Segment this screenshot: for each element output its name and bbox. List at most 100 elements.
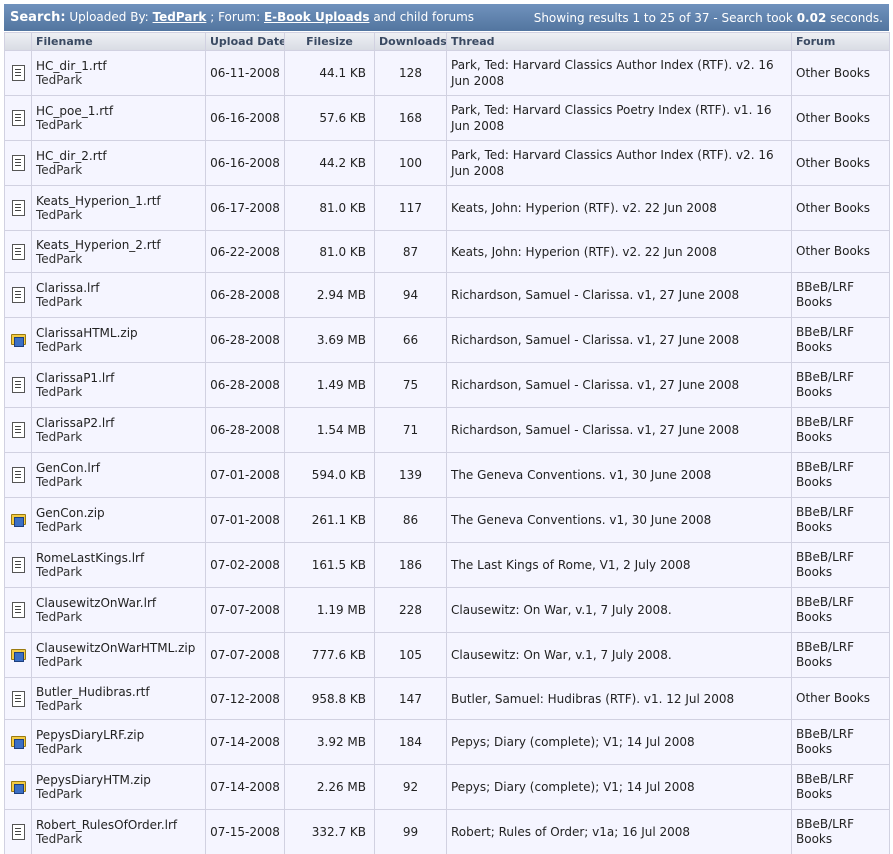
forum-link[interactable]: Other Books — [796, 201, 885, 216]
filename-link[interactable]: Keats_Hyperion_1.rtf — [36, 194, 201, 208]
thread-link[interactable]: Park, Ted: Harvard Classics Author Index… — [451, 147, 787, 179]
thread-link[interactable]: Richardson, Samuel - Clarissa. v1, 27 Ju… — [451, 377, 787, 393]
uploader-name[interactable]: TedPark — [36, 475, 201, 489]
uploader-name[interactable]: TedPark — [36, 520, 201, 534]
filename-link[interactable]: Butler_Hudibras.rtf — [36, 685, 201, 699]
uploader-name[interactable]: TedPark — [36, 787, 201, 801]
thread-link[interactable]: Keats, John: Hyperion (RTF). v2. 22 Jun … — [451, 200, 787, 216]
thread-link[interactable]: Clausewitz: On War, v.1, 7 July 2008. — [451, 602, 787, 618]
upload-date-cell: 06-16-2008 — [206, 141, 284, 185]
forum-link[interactable]: BBeB/LRF Books — [796, 640, 885, 670]
upload-date-cell: 07-02-2008 — [206, 543, 284, 587]
thread-link[interactable]: The Geneva Conventions. v1, 30 June 2008 — [451, 512, 787, 528]
table-row: ClausewitzOnWarHTML.zip TedPark 07-07-2008… — [5, 633, 889, 677]
forum-link[interactable]: E-Book Uploads — [264, 10, 370, 24]
uploader-name[interactable]: TedPark — [36, 385, 201, 399]
table-row: PepysDiaryLRF.zip TedPark 07-14-2008 3.92 M… — [5, 720, 889, 764]
forum-link[interactable]: BBeB/LRF Books — [796, 550, 885, 580]
uploader-name[interactable]: TedPark — [36, 252, 201, 266]
forum-link[interactable]: BBeB/LRF Books — [796, 370, 885, 400]
uploader-name[interactable]: TedPark — [36, 118, 201, 132]
uploader-name[interactable]: TedPark — [36, 208, 201, 222]
filename-link[interactable]: Keats_Hyperion_2.rtf — [36, 238, 201, 252]
thread-link[interactable]: The Geneva Conventions. v1, 30 June 2008 — [451, 467, 787, 483]
forum-link[interactable]: BBeB/LRF Books — [796, 772, 885, 802]
forum-link[interactable]: Other Books — [796, 111, 885, 126]
forum-link[interactable]: BBeB/LRF Books — [796, 595, 885, 625]
table-row: Keats_Hyperion_1.rtf TedPark 06-17-2008 81.… — [5, 186, 889, 230]
upload-date-cell: 06-28-2008 — [206, 408, 284, 452]
filename-link[interactable]: ClarissaP2.lrf — [36, 416, 201, 430]
filename-cell: RomeLastKings.lrf TedPark — [32, 543, 205, 587]
uploader-name[interactable]: TedPark — [36, 73, 201, 87]
thread-link[interactable]: The Last Kings of Rome, V1, 2 July 2008 — [451, 557, 787, 573]
file-type-cell — [5, 273, 31, 317]
filename-link[interactable]: GenCon.zip — [36, 506, 201, 520]
filename-link[interactable]: ClarissaHTML.zip — [36, 326, 201, 340]
uploader-name[interactable]: TedPark — [36, 295, 201, 309]
filesize-cell: 1.49 MB — [285, 363, 374, 407]
thread-link[interactable]: Butler, Samuel: Hudibras (RTF). v1. 12 J… — [451, 691, 787, 707]
column-header-thread[interactable]: Thread — [447, 33, 791, 50]
forum-link[interactable]: Other Books — [796, 66, 885, 81]
forum-link[interactable]: BBeB/LRF Books — [796, 325, 885, 355]
forum-cell: BBeB/LRF Books — [792, 720, 889, 764]
thread-cell: Clausewitz: On War, v.1, 7 July 2008. — [447, 633, 791, 677]
filename-link[interactable]: GenCon.lrf — [36, 461, 201, 475]
forum-cell: BBeB/LRF Books — [792, 363, 889, 407]
forum-cell: BBeB/LRF Books — [792, 633, 889, 677]
uploader-name[interactable]: TedPark — [36, 832, 201, 846]
filename-link[interactable]: HC_poe_1.rtf — [36, 104, 201, 118]
uploader-name[interactable]: TedPark — [36, 163, 201, 177]
thread-link[interactable]: Pepys; Diary (complete); V1; 14 Jul 2008 — [451, 779, 787, 795]
uploader-name[interactable]: TedPark — [36, 699, 201, 713]
results-text: Showing results 1 to 25 of 37 - Search t… — [533, 10, 793, 25]
forum-link[interactable]: Other Books — [796, 691, 885, 706]
results-count: Showing results 1 to 25 of 37 - Search t… — [534, 11, 883, 25]
thread-link[interactable]: Keats, John: Hyperion (RTF). v2. 22 Jun … — [451, 244, 787, 260]
filename-link[interactable]: RomeLastKings.lrf — [36, 551, 201, 565]
filename-link[interactable]: HC_dir_1.rtf — [36, 59, 201, 73]
column-header-upload-date[interactable]: Upload Date — [206, 33, 284, 50]
thread-link[interactable]: Robert; Rules of Order; v1a; 16 Jul 2008 — [451, 824, 787, 840]
thread-link[interactable]: Clausewitz: On War, v.1, 7 July 2008. — [451, 647, 787, 663]
filename-link[interactable]: ClausewitzOnWarHTML.zip — [36, 641, 201, 655]
filename-link[interactable]: Robert_RulesOfOrder.lrf — [36, 818, 201, 832]
thread-link[interactable]: Richardson, Samuel - Clarissa. v1, 27 Ju… — [451, 332, 787, 348]
forum-link[interactable]: BBeB/LRF Books — [796, 817, 885, 847]
forum-link[interactable]: BBeB/LRF Books — [796, 280, 885, 310]
column-header-filename[interactable]: Filename — [32, 33, 205, 50]
forum-link[interactable]: BBeB/LRF Books — [796, 415, 885, 445]
thread-link[interactable]: Park, Ted: Harvard Classics Author Index… — [451, 57, 787, 89]
column-header-forum[interactable]: Forum — [792, 33, 889, 50]
column-header-filesize[interactable]: Filesize — [285, 33, 374, 50]
thread-link[interactable]: Richardson, Samuel - Clarissa. v1, 27 Ju… — [451, 287, 787, 303]
filename-link[interactable]: HC_dir_2.rtf — [36, 149, 201, 163]
filename-link[interactable]: Clarissa.lrf — [36, 281, 201, 295]
uploader-name[interactable]: TedPark — [36, 565, 201, 579]
thread-cell: Clausewitz: On War, v.1, 7 July 2008. — [447, 588, 791, 632]
document-icon — [10, 422, 26, 438]
downloads-cell: 117 — [375, 186, 446, 230]
forum-link[interactable]: Other Books — [796, 244, 885, 259]
uploader-name[interactable]: TedPark — [36, 430, 201, 444]
filename-link[interactable]: PepysDiaryHTM.zip — [36, 773, 201, 787]
thread-link[interactable]: Richardson, Samuel - Clarissa. v1, 27 Ju… — [451, 422, 787, 438]
uploader-name[interactable]: TedPark — [36, 610, 201, 624]
forum-link[interactable]: BBeB/LRF Books — [796, 505, 885, 535]
search-time: 0.02 — [796, 10, 827, 25]
table-row: GenCon.zip TedPark 07-01-2008 261.1 KB 86 The… — [5, 498, 889, 542]
filename-link[interactable]: ClausewitzOnWar.lrf — [36, 596, 201, 610]
uploader-name[interactable]: TedPark — [36, 655, 201, 669]
uploader-name[interactable]: TedPark — [36, 742, 201, 756]
column-header-downloads[interactable]: Downloads — [375, 33, 446, 50]
uploader-link[interactable]: TedPark — [153, 10, 207, 24]
forum-link[interactable]: Other Books — [796, 156, 885, 171]
filename-link[interactable]: PepysDiaryLRF.zip — [36, 728, 201, 742]
thread-link[interactable]: Pepys; Diary (complete); V1; 14 Jul 2008 — [451, 734, 787, 750]
forum-link[interactable]: BBeB/LRF Books — [796, 460, 885, 490]
thread-link[interactable]: Park, Ted: Harvard Classics Poetry Index… — [451, 102, 787, 134]
forum-link[interactable]: BBeB/LRF Books — [796, 727, 885, 757]
uploader-name[interactable]: TedPark — [36, 340, 201, 354]
filename-link[interactable]: ClarissaP1.lrf — [36, 371, 201, 385]
